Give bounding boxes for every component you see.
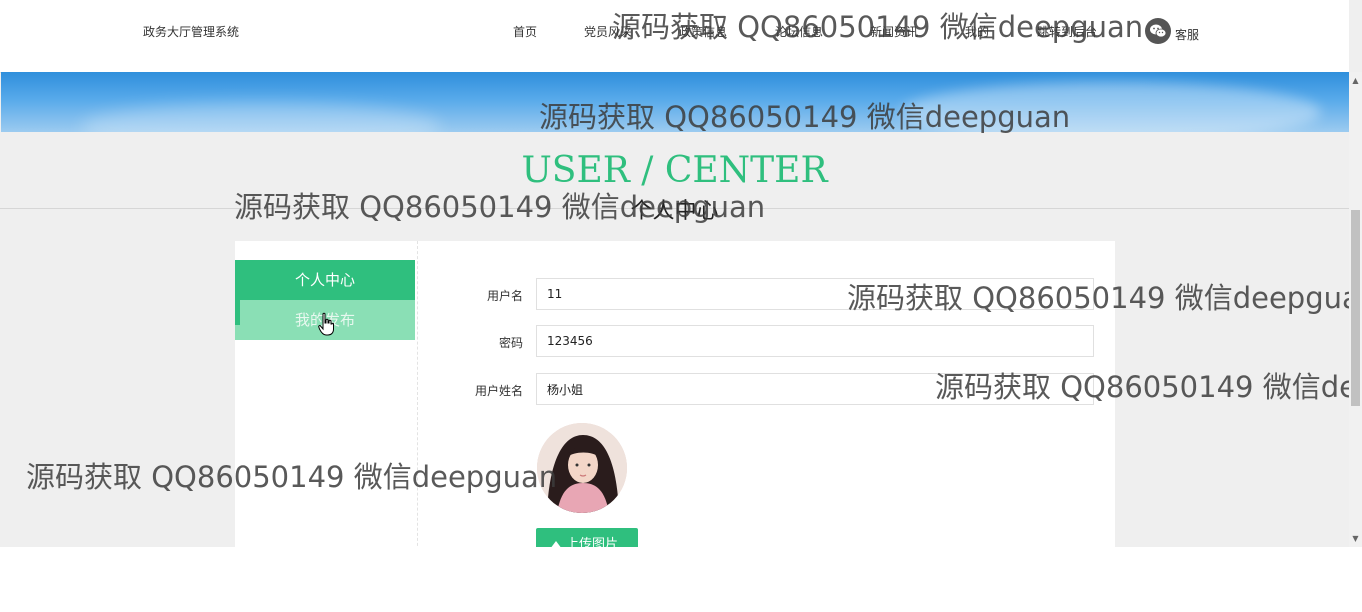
password-input[interactable]	[536, 325, 1094, 357]
nav-home[interactable]: 首页	[513, 23, 537, 40]
viewport: 政务大厅管理系统 首页 党员风采 政策信息 论坛信息 新闻资讯 我的 跳转到后台…	[0, 0, 1362, 547]
top-navbar: 政务大厅管理系统 首页 党员风采 政策信息 论坛信息 新闻资讯 我的 跳转到后台…	[0, 0, 1349, 73]
realname-label: 用户姓名	[474, 384, 523, 398]
scroll-up-arrow-icon[interactable]: ▲	[1349, 72, 1362, 89]
hand-cursor-icon	[318, 312, 334, 336]
username-label: 用户名	[486, 289, 523, 303]
nav-backend[interactable]: 跳转到后台	[1037, 23, 1097, 40]
scroll-down-arrow-icon[interactable]: ▼	[1349, 530, 1362, 547]
nav-party-members[interactable]: 党员风采	[584, 23, 632, 40]
upload-label: 上传图片	[566, 537, 619, 547]
scrollbar-thumb[interactable]	[1351, 210, 1360, 406]
nav-policy-info[interactable]: 政策信息	[679, 23, 727, 40]
customer-service[interactable]: 客服	[1145, 18, 1199, 44]
username-input[interactable]	[536, 278, 1094, 310]
password-label: 密码	[498, 336, 523, 350]
site-title: 政务大厅管理系统	[143, 25, 240, 39]
nav-forum-info[interactable]: 论坛信息	[775, 23, 823, 40]
avatar	[537, 423, 627, 513]
form-row-realname: 用户姓名	[235, 373, 1115, 407]
banner	[1, 72, 1349, 132]
section-title: 个人中心	[630, 199, 719, 224]
center-heading: USER / CENTER	[521, 150, 828, 191]
form-row-password: 密码	[235, 325, 1115, 359]
upload-icon	[550, 540, 562, 547]
upload-image-button[interactable]: 上传图片	[536, 528, 638, 547]
form-row-username: 用户名	[235, 278, 1115, 312]
service-label: 客服	[1175, 27, 1200, 42]
realname-input[interactable]	[536, 373, 1094, 405]
nav-mine[interactable]: 我的	[965, 23, 989, 40]
nav-news[interactable]: 新闻资讯	[870, 23, 918, 40]
user-center-panel: 个人中心 我的发布 用户名 密码 用户姓名	[235, 241, 1115, 547]
wechat-icon	[1145, 18, 1171, 44]
